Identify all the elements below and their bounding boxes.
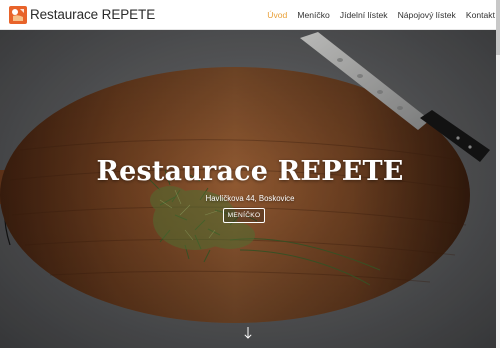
nav-item-uvod[interactable]: Úvod <box>262 0 292 30</box>
menicko-button[interactable]: MENÍČKO <box>223 208 265 223</box>
page-scrollbar[interactable] <box>496 0 500 348</box>
arrow-down-icon <box>244 327 252 339</box>
hero-overlay <box>0 30 500 348</box>
scrollbar-thumb[interactable] <box>496 0 500 55</box>
brand-name: Restaurace REPETE <box>30 7 156 22</box>
hero-title: Restaurace REPETE <box>96 156 404 187</box>
site-header: Restaurace REPETE Úvod Meníčko Jídelní l… <box>0 0 500 30</box>
hero-section: Restaurace REPETE Havlíčkova 44, Boskovi… <box>0 30 500 348</box>
brand-link[interactable]: Restaurace REPETE <box>9 0 155 30</box>
nav-item-menicko[interactable]: Meníčko <box>292 0 334 30</box>
nav-item-napojovy-listek[interactable]: Nápojový lístek <box>393 0 461 30</box>
repete-logo-icon <box>9 5 27 24</box>
nav-item-kontakt[interactable]: Kontakt <box>461 0 500 30</box>
main-navigation: Úvod Meníčko Jídelní lístek Nápojový lís… <box>262 0 500 30</box>
hero-address: Havlíčkova 44, Boskovice <box>205 194 295 203</box>
scroll-down-button[interactable] <box>241 326 255 340</box>
nav-item-jidelni-listek[interactable]: Jídelní lístek <box>335 0 393 30</box>
